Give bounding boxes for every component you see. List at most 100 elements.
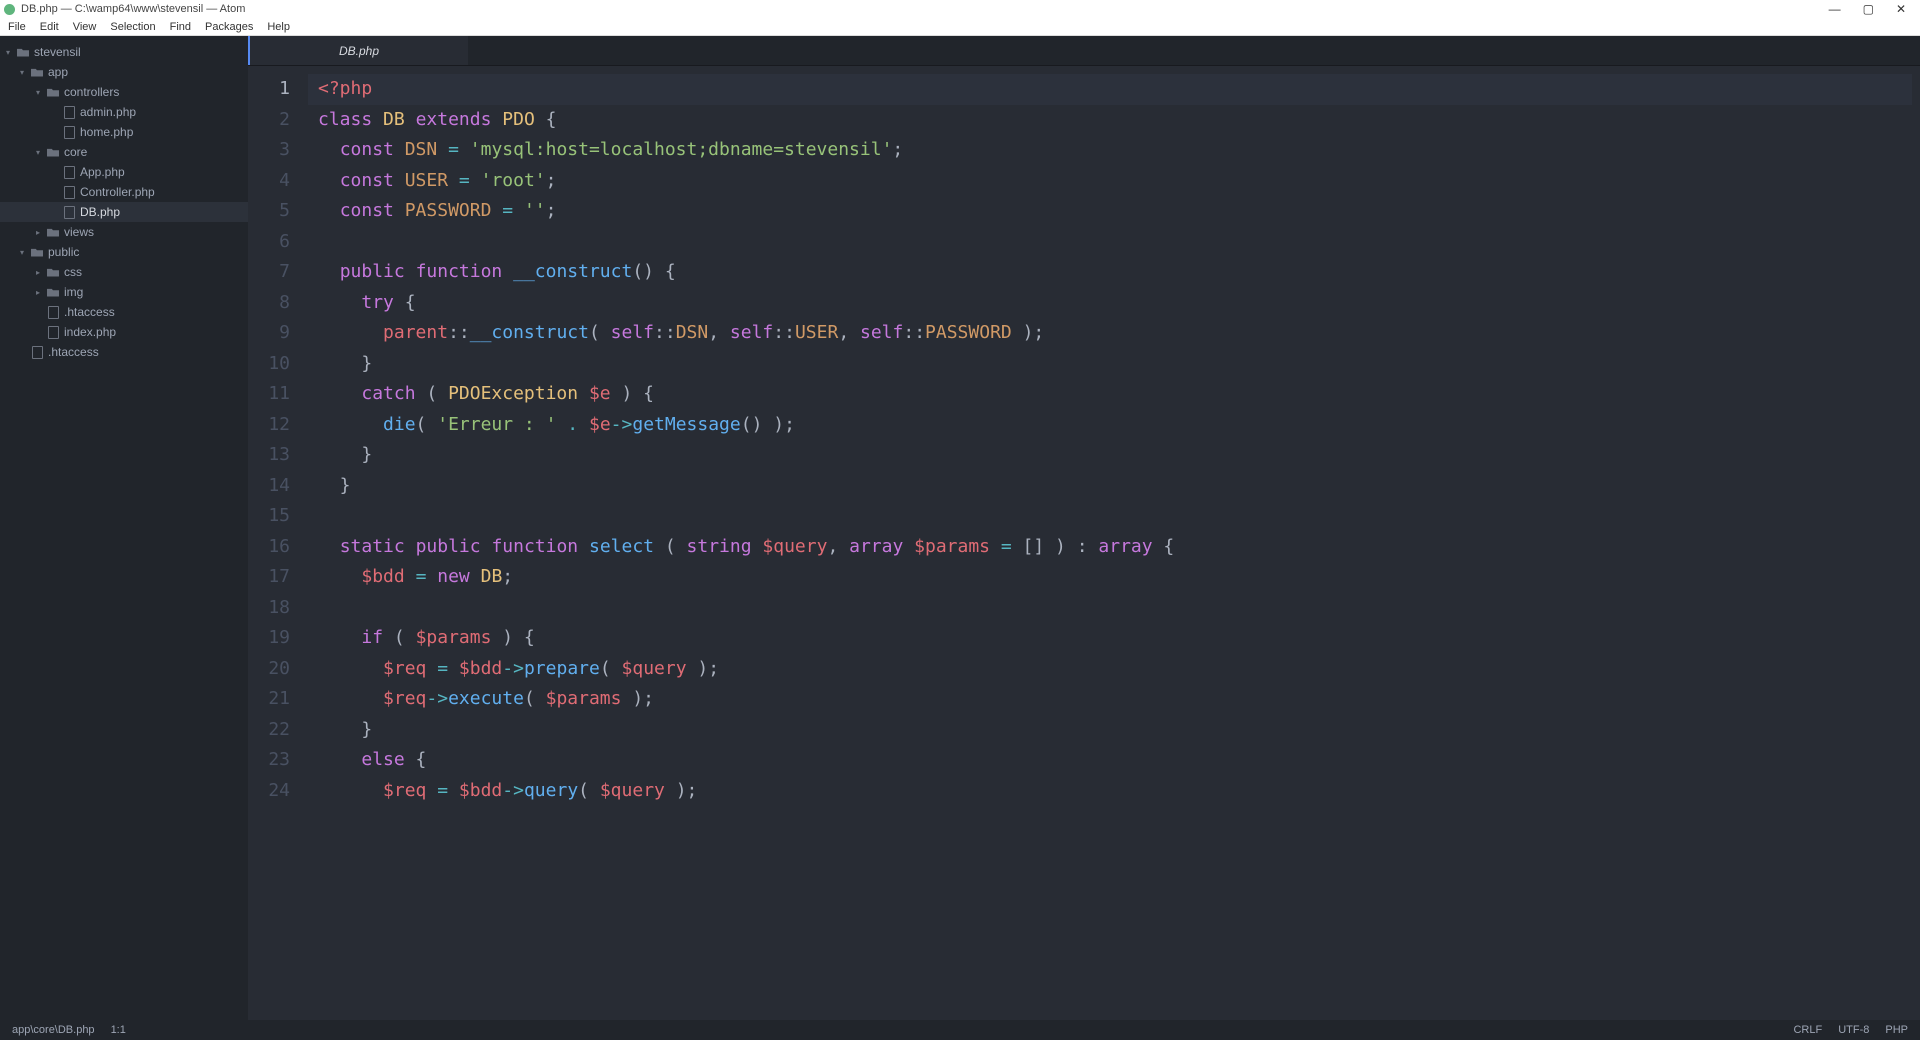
tree-folder-css[interactable]: ▸css bbox=[0, 262, 248, 282]
menu-find[interactable]: Find bbox=[170, 21, 191, 33]
disclosure-arrow-icon[interactable]: ▾ bbox=[6, 48, 16, 57]
code-line[interactable]: const DSN = 'mysql:host=localhost;dbname… bbox=[318, 135, 1920, 166]
folder-icon bbox=[46, 266, 60, 278]
token bbox=[318, 322, 383, 343]
code-line[interactable]: static public function select ( string $… bbox=[318, 532, 1920, 563]
tab-db-php[interactable]: DB.php bbox=[248, 36, 468, 65]
code-line[interactable]: else { bbox=[318, 745, 1920, 776]
tree-file-db-php[interactable]: DB.php bbox=[0, 202, 248, 222]
menu-selection[interactable]: Selection bbox=[110, 21, 155, 33]
line-number[interactable]: 4 bbox=[248, 166, 290, 197]
code-line[interactable]: try { bbox=[318, 288, 1920, 319]
code-line[interactable]: $req->execute( $params ); bbox=[318, 684, 1920, 715]
token: ( bbox=[600, 658, 622, 679]
menu-file[interactable]: File bbox=[8, 21, 26, 33]
disclosure-arrow-icon[interactable]: ▾ bbox=[36, 88, 46, 97]
tree-file-home-php[interactable]: home.php bbox=[0, 122, 248, 142]
code-content[interactable]: <?phpclass DB extends PDO { const DSN = … bbox=[308, 66, 1920, 1020]
disclosure-arrow-icon[interactable]: ▾ bbox=[36, 148, 46, 157]
line-number[interactable]: 8 bbox=[248, 288, 290, 319]
tree-file-app-php[interactable]: App.php bbox=[0, 162, 248, 182]
tree-folder-views[interactable]: ▸views bbox=[0, 222, 248, 242]
token bbox=[556, 414, 567, 435]
token: __construct bbox=[513, 261, 632, 282]
code-line[interactable]: } bbox=[318, 715, 1920, 746]
disclosure-arrow-icon[interactable]: ▾ bbox=[20, 248, 30, 257]
line-number[interactable]: 21 bbox=[248, 684, 290, 715]
code-line[interactable]: } bbox=[318, 471, 1920, 502]
tree-file--htaccess[interactable]: .htaccess bbox=[0, 302, 248, 322]
tree-folder-controllers[interactable]: ▾controllers bbox=[0, 82, 248, 102]
tree-folder-img[interactable]: ▸img bbox=[0, 282, 248, 302]
code-line[interactable]: $req = $bdd->query( $query ); bbox=[318, 776, 1920, 807]
line-number[interactable]: 15 bbox=[248, 501, 290, 532]
maximize-button[interactable]: ▢ bbox=[1863, 2, 1874, 16]
menu-help[interactable]: Help bbox=[267, 21, 290, 33]
disclosure-arrow-icon[interactable]: ▸ bbox=[36, 288, 46, 297]
status-cursor-pos[interactable]: 1:1 bbox=[111, 1024, 126, 1036]
code-line[interactable]: parent::__construct( self::DSN, self::US… bbox=[318, 318, 1920, 349]
disclosure-arrow-icon[interactable]: ▾ bbox=[20, 68, 30, 77]
tree-folder-stevensil[interactable]: ▾stevensil bbox=[0, 42, 248, 62]
line-number[interactable]: 3 bbox=[248, 135, 290, 166]
line-number[interactable]: 7 bbox=[248, 257, 290, 288]
token: ; bbox=[892, 139, 903, 160]
code-line[interactable]: $bdd = new DB; bbox=[318, 562, 1920, 593]
status-eol[interactable]: CRLF bbox=[1793, 1024, 1822, 1036]
tree-folder-app[interactable]: ▾app bbox=[0, 62, 248, 82]
token: ( bbox=[578, 780, 600, 801]
line-number[interactable]: 6 bbox=[248, 227, 290, 258]
token: $query bbox=[600, 780, 665, 801]
code-line[interactable]: class DB extends PDO { bbox=[318, 105, 1920, 136]
menu-packages[interactable]: Packages bbox=[205, 21, 253, 33]
code-line[interactable]: } bbox=[318, 349, 1920, 380]
line-number[interactable]: 13 bbox=[248, 440, 290, 471]
tree-file--htaccess[interactable]: .htaccess bbox=[0, 342, 248, 362]
code-line[interactable]: } bbox=[318, 440, 1920, 471]
line-number[interactable]: 16 bbox=[248, 532, 290, 563]
code-line[interactable] bbox=[318, 501, 1920, 532]
code-line[interactable]: public function __construct() { bbox=[318, 257, 1920, 288]
tree-folder-public[interactable]: ▾public bbox=[0, 242, 248, 262]
line-number[interactable]: 17 bbox=[248, 562, 290, 593]
status-language[interactable]: PHP bbox=[1885, 1024, 1908, 1036]
code-line[interactable]: $req = $bdd->prepare( $query ); bbox=[318, 654, 1920, 685]
minimize-button[interactable]: — bbox=[1829, 2, 1841, 16]
line-number[interactable]: 10 bbox=[248, 349, 290, 380]
line-number[interactable]: 11 bbox=[248, 379, 290, 410]
menu-view[interactable]: View bbox=[73, 21, 97, 33]
code-line[interactable]: const PASSWORD = ''; bbox=[318, 196, 1920, 227]
line-number[interactable]: 22 bbox=[248, 715, 290, 746]
tree-file-admin-php[interactable]: admin.php bbox=[0, 102, 248, 122]
menu-edit[interactable]: Edit bbox=[40, 21, 59, 33]
tree-folder-core[interactable]: ▾core bbox=[0, 142, 248, 162]
line-number[interactable]: 2 bbox=[248, 105, 290, 136]
line-number[interactable]: 20 bbox=[248, 654, 290, 685]
code-line[interactable]: <?php bbox=[308, 74, 1912, 105]
line-number[interactable]: 9 bbox=[248, 318, 290, 349]
status-encoding[interactable]: UTF-8 bbox=[1838, 1024, 1869, 1036]
project-tree[interactable]: ▾stevensil▾app▾controllersadmin.phphome.… bbox=[0, 36, 248, 1020]
line-number[interactable]: 5 bbox=[248, 196, 290, 227]
tree-file-controller-php[interactable]: Controller.php bbox=[0, 182, 248, 202]
code-line[interactable]: die( 'Erreur : ' . $e->getMessage() ); bbox=[318, 410, 1920, 441]
code-line[interactable]: catch ( PDOException $e ) { bbox=[318, 379, 1920, 410]
code-area[interactable]: 123456789101112131415161718192021222324 … bbox=[248, 66, 1920, 1020]
disclosure-arrow-icon[interactable]: ▸ bbox=[36, 268, 46, 277]
line-number[interactable]: 14 bbox=[248, 471, 290, 502]
code-line[interactable] bbox=[318, 593, 1920, 624]
tree-file-index-php[interactable]: index.php bbox=[0, 322, 248, 342]
line-number[interactable]: 12 bbox=[248, 410, 290, 441]
token: { bbox=[1153, 536, 1175, 557]
code-line[interactable]: if ( $params ) { bbox=[318, 623, 1920, 654]
line-number[interactable]: 23 bbox=[248, 745, 290, 776]
code-line[interactable]: const USER = 'root'; bbox=[318, 166, 1920, 197]
line-number[interactable]: 18 bbox=[248, 593, 290, 624]
line-number[interactable]: 19 bbox=[248, 623, 290, 654]
line-number[interactable]: 24 bbox=[248, 776, 290, 807]
status-path[interactable]: app\core\DB.php bbox=[12, 1024, 95, 1036]
close-button[interactable]: ✕ bbox=[1896, 2, 1906, 16]
disclosure-arrow-icon[interactable]: ▸ bbox=[36, 228, 46, 237]
code-line[interactable] bbox=[318, 227, 1920, 258]
line-number[interactable]: 1 bbox=[248, 74, 290, 105]
